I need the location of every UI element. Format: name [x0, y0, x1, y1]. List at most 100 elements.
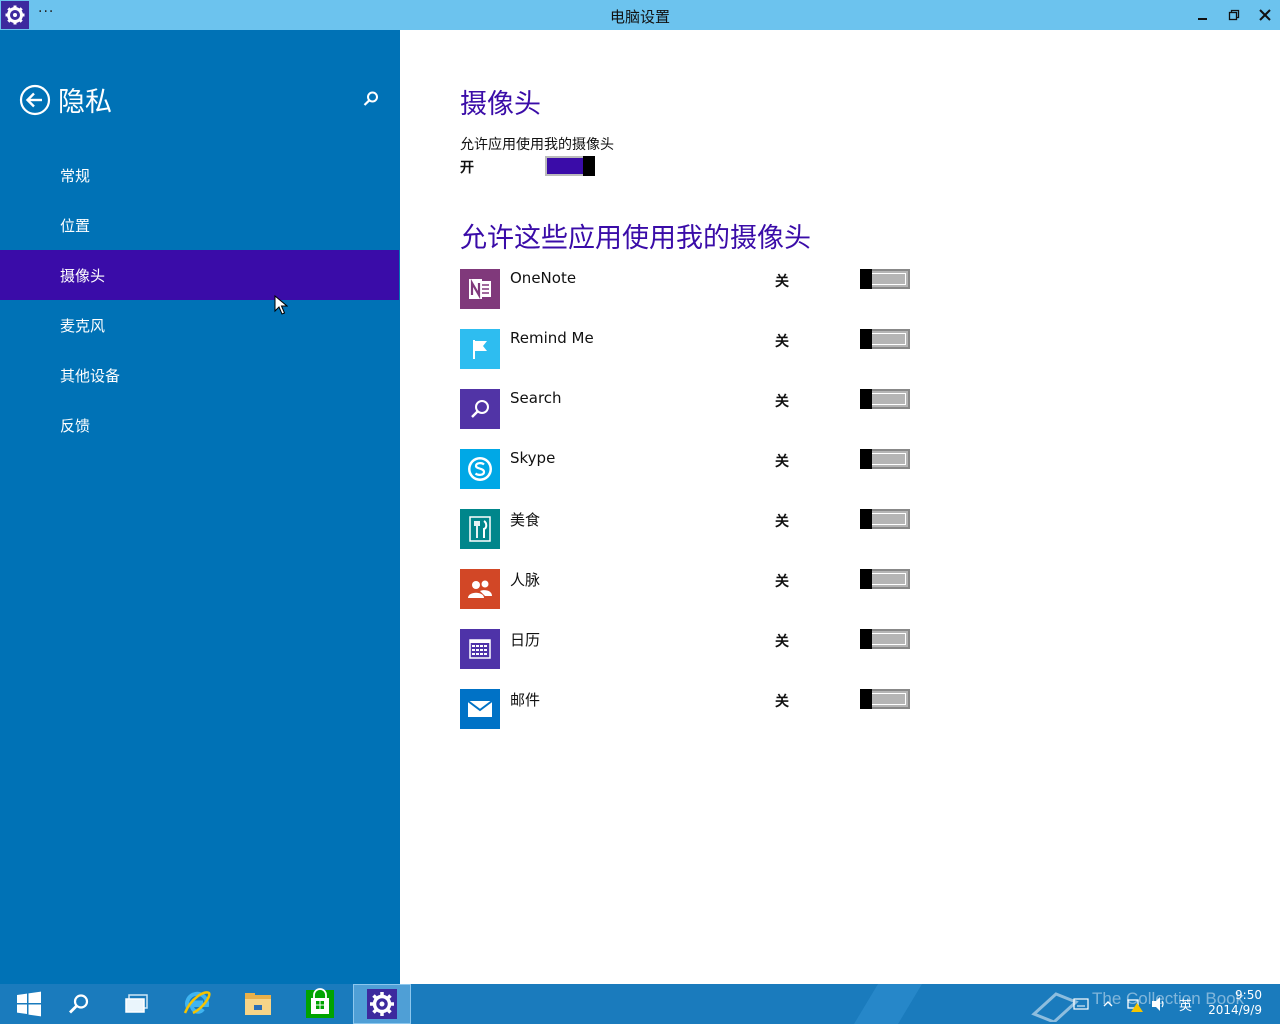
search-icon — [460, 389, 500, 429]
restore-button[interactable] — [1219, 0, 1249, 30]
app-row-calendar: 日历 关 — [460, 629, 920, 669]
minimize-icon — [1198, 18, 1207, 20]
window-title: 电脑设置 — [609, 8, 670, 26]
internet-explorer-icon — [183, 991, 211, 1015]
sidebar: 隐私 常规 位置 摄像头 麦克风 其他设备 反馈 — [0, 30, 400, 984]
app-row-people: 人脉 关 — [460, 569, 920, 609]
mail-icon — [460, 689, 500, 729]
fork-knife-icon — [460, 509, 500, 549]
clock-date: 2014/9/9 — [1208, 1003, 1262, 1017]
app-name: Skype — [510, 449, 556, 467]
taskbar-pc-settings[interactable] — [353, 984, 411, 1024]
apps-section-title: 允许这些应用使用我的摄像头 — [460, 223, 811, 254]
sidebar-item-label: 位置 — [60, 217, 91, 235]
sidebar-title: 隐私 — [58, 87, 112, 118]
toggle-thumb — [860, 389, 872, 409]
app-toggle-state: 关 — [775, 334, 789, 350]
search-button[interactable] — [362, 90, 380, 108]
network-warning-icon[interactable] — [1126, 995, 1144, 1013]
sidebar-item-other-devices[interactable]: 其他设备 — [0, 350, 399, 400]
app-name: 日历 — [510, 631, 541, 649]
toggle-thumb — [860, 689, 872, 709]
title-bar: ··· 电脑设置 — [0, 0, 1280, 30]
taskbar: The Collection Book 英 9:50 2014/9/9 — [0, 984, 1280, 1024]
page-title: 摄像头 — [460, 89, 541, 120]
mouse-cursor-icon — [274, 295, 288, 315]
app-toggle-state: 关 — [775, 394, 789, 410]
close-icon — [1259, 9, 1271, 21]
onenote-camera-toggle[interactable] — [860, 269, 910, 289]
skype-camera-toggle[interactable] — [860, 449, 910, 469]
app-toggle-state: 关 — [775, 514, 789, 530]
camera-master-toggle[interactable] — [545, 156, 595, 176]
minimize-button[interactable] — [1188, 0, 1218, 30]
people-icon — [460, 569, 500, 609]
mail-camera-toggle[interactable] — [860, 689, 910, 709]
app-toggle-state: 关 — [775, 454, 789, 470]
clock-time: 9:50 — [1235, 988, 1262, 1002]
taskbar-store[interactable] — [291, 984, 349, 1024]
app-row-skype: Skype 关 — [460, 449, 920, 489]
app-toggle-state: 关 — [775, 694, 789, 710]
master-toggle-state: 开 — [460, 160, 474, 176]
sidebar-item-location[interactable]: 位置 — [0, 200, 399, 250]
close-button[interactable] — [1250, 0, 1280, 30]
taskbar-internet-explorer[interactable] — [168, 984, 226, 1024]
sidebar-item-label: 反馈 — [60, 417, 91, 435]
clock[interactable]: 9:50 2014/9/9 — [1208, 988, 1262, 1018]
app-name: Search — [510, 389, 562, 407]
show-hidden-icons-icon[interactable] — [1102, 999, 1114, 1009]
app-row-onenote: OneNote 关 — [460, 269, 920, 309]
app-toggle-state: 关 — [775, 574, 789, 590]
input-language-indicator[interactable]: 英 — [1179, 984, 1192, 1024]
back-arrow-icon — [19, 84, 51, 116]
onenote-icon — [460, 269, 500, 309]
sidebar-item-feedback[interactable]: 反馈 — [0, 400, 399, 450]
settings-gear-icon — [367, 989, 397, 1019]
app-row-food: 美食 关 — [460, 509, 920, 549]
app-row-search: Search 关 — [460, 389, 920, 429]
keyboard-icon[interactable] — [1073, 998, 1089, 1010]
app-row-remind-me: Remind Me 关 — [460, 329, 920, 369]
task-view-button[interactable] — [108, 984, 166, 1024]
master-toggle-label: 允许应用使用我的摄像头 — [460, 137, 614, 153]
calendar-camera-toggle[interactable] — [860, 629, 910, 649]
volume-icon[interactable] — [1150, 996, 1168, 1012]
sidebar-item-label: 其他设备 — [60, 367, 121, 385]
sidebar-item-camera[interactable]: 摄像头 — [0, 250, 399, 300]
calendar-icon — [460, 629, 500, 669]
app-name: 美食 — [510, 511, 541, 529]
app-toggle-state: 关 — [775, 274, 789, 290]
app-toggle-state: 关 — [775, 634, 789, 650]
toggle-thumb — [860, 449, 872, 469]
toggle-thumb — [860, 329, 872, 349]
store-bag-icon — [306, 988, 334, 1018]
remind-me-camera-toggle[interactable] — [860, 329, 910, 349]
app-name: 邮件 — [510, 691, 541, 709]
toggle-thumb — [583, 156, 595, 176]
people-camera-toggle[interactable] — [860, 569, 910, 589]
toggle-thumb — [860, 569, 872, 589]
windows-logo-icon — [17, 991, 41, 1017]
search-icon — [363, 91, 378, 106]
skype-icon — [460, 449, 500, 489]
sidebar-item-label: 摄像头 — [60, 267, 106, 285]
toggle-thumb — [860, 269, 872, 289]
app-row-mail: 邮件 关 — [460, 689, 920, 729]
back-button[interactable] — [19, 84, 51, 116]
taskbar-search-button[interactable] — [50, 984, 108, 1024]
app-name: OneNote — [510, 269, 577, 287]
search-camera-toggle[interactable] — [860, 389, 910, 409]
sidebar-item-label: 麦克风 — [60, 317, 106, 335]
toggle-thumb — [860, 629, 872, 649]
sidebar-item-general[interactable]: 常规 — [0, 150, 399, 200]
app-name: Remind Me — [510, 329, 594, 347]
taskbar-decoration — [854, 984, 922, 1024]
taskbar-file-explorer[interactable] — [229, 984, 287, 1024]
app-name: 人脉 — [510, 571, 541, 589]
main-content: 摄像头 允许应用使用我的摄像头 开 允许这些应用使用我的摄像头 OneNote … — [400, 30, 1280, 984]
food-camera-toggle[interactable] — [860, 509, 910, 529]
sidebar-item-microphone[interactable]: 麦克风 — [0, 300, 399, 350]
task-view-icon — [125, 994, 148, 1013]
search-icon — [69, 994, 89, 1014]
